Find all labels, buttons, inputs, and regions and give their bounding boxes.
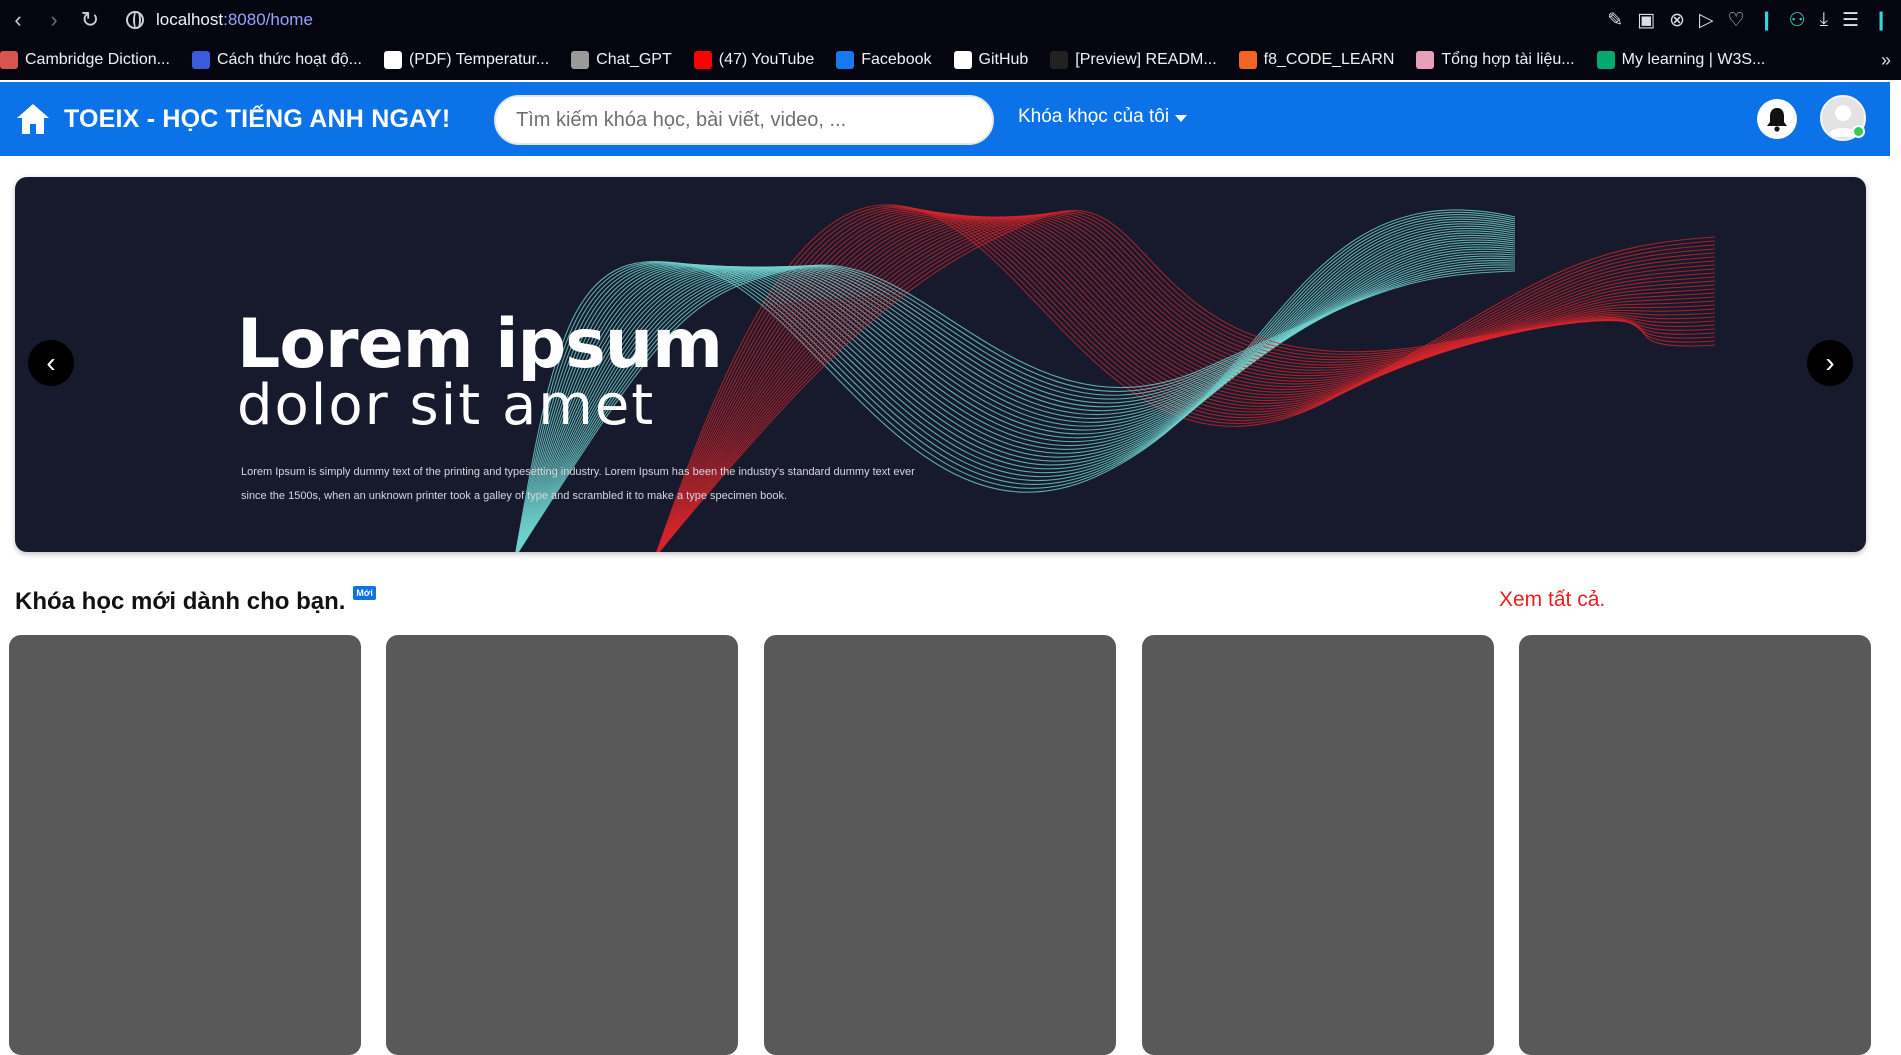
bookmark-favicon-icon (1050, 51, 1069, 69)
online-status-dot (1852, 125, 1865, 138)
brand-title[interactable]: TOEIX - HỌC TIẾNG ANH NGAY! (64, 105, 450, 134)
profile-icon[interactable]: ⚇ (1789, 9, 1806, 32)
bookmark-label: [Preview] READM... (1075, 51, 1217, 68)
sidebar-indicator: ❙ (1873, 9, 1889, 31)
bookmark-item[interactable]: Cambridge Diction... (0, 51, 170, 69)
bookmark-favicon-icon (1238, 51, 1257, 69)
carousel-prev-button[interactable]: ‹ (28, 340, 74, 386)
section-heading: Khóa học mới dành cho bạn. Mới (15, 586, 376, 616)
bookmark-item[interactable]: (PDF) Temperatur... (383, 51, 550, 69)
course-card[interactable] (386, 635, 738, 1055)
caret-down-icon (1175, 114, 1188, 122)
bookmark-favicon-icon (383, 51, 402, 69)
my-courses-label: Khóa khọc của tôi (1018, 106, 1170, 127)
bookmark-favicon-icon (693, 51, 712, 69)
camera-icon[interactable]: ▣ (1637, 9, 1655, 32)
bookmark-label: GitHub (978, 51, 1029, 68)
bookmark-item[interactable]: GitHub (953, 51, 1029, 69)
bookmark-item[interactable]: Facebook (836, 51, 932, 69)
bookmark-favicon-icon (1416, 51, 1435, 69)
notification-bell-icon[interactable] (1757, 99, 1797, 139)
home-icon[interactable] (14, 100, 52, 138)
edit-icon[interactable]: ✎ (1607, 9, 1623, 32)
course-card[interactable] (1519, 635, 1871, 1055)
banner-description: Lorem Ipsum is simply dummy text of the … (241, 466, 915, 502)
course-card[interactable] (764, 635, 1116, 1055)
course-card[interactable] (1142, 635, 1494, 1055)
bookmark-label: (PDF) Temperatur... (408, 51, 550, 68)
section-title: Khóa học mới dành cho bạn. (15, 588, 346, 615)
site-info-icon[interactable] (126, 11, 144, 29)
bookmark-item[interactable]: (47) YouTube (693, 51, 815, 69)
extension-icons: ✎ ▣ ⊗ ▷ ♡ ❙ ⚇ ⤓ ☰ ❙ (1607, 0, 1889, 40)
app-header: TOEIX - HỌC TIẾNG ANH NGAY! Khóa khọc củ… (0, 82, 1890, 156)
my-courses-dropdown[interactable]: Khóa khọc của tôi (1018, 106, 1188, 128)
download-icon[interactable]: ⤓ (1820, 9, 1828, 31)
banner-carousel: Lorem ipsum dolor sit amet Lorem Ipsum i… (15, 177, 1866, 552)
bookmark-label: Tổng hợp tài liệu... (1441, 51, 1575, 68)
bookmark-favicon-icon (1596, 51, 1615, 69)
bookmark-favicon-icon (836, 51, 855, 69)
browser-toolbar: ‹ › ↻ localhost:8080/home ✎ ▣ ⊗ ▷ ♡ ❙ ⚇ … (0, 0, 1901, 40)
bookmark-favicon-icon (191, 51, 210, 69)
bookmark-label: (47) YouTube (718, 51, 815, 68)
bookmark-item[interactable]: Cách thức hoạt độ... (191, 51, 362, 69)
back-icon[interactable]: ‹ (0, 0, 36, 40)
reload-icon[interactable]: ↻ (72, 0, 108, 40)
bookmark-item[interactable]: Tổng hợp tài liệu... (1416, 51, 1575, 69)
new-badge: Mới (353, 586, 376, 600)
bookmark-label: My learning | W3S... (1621, 51, 1766, 68)
menu-icon[interactable]: ☰ (1842, 9, 1859, 32)
bookmark-label: Cách thức hoạt độ... (216, 51, 362, 68)
course-list (9, 635, 1873, 1055)
bookmark-label: Facebook (861, 51, 932, 68)
bookmark-label: f8_CODE_LEARN (1263, 51, 1395, 68)
url-host: localhost (156, 10, 224, 29)
bookmark-item[interactable]: My learning | W3S... (1596, 51, 1766, 69)
forward-icon[interactable]: › (36, 0, 72, 40)
bookmark-label: Chat_GPT (596, 51, 672, 68)
url-path: :8080/home (223, 10, 313, 29)
heart-icon[interactable]: ♡ (1728, 9, 1745, 32)
bookmarks-bar: Cambridge Diction... Cách thức hoạt độ...… (0, 40, 1901, 80)
bookmark-item[interactable]: Chat_GPT (571, 51, 672, 69)
see-all-link[interactable]: Xem tất cả. (1499, 588, 1605, 612)
bookmark-favicon-icon (953, 51, 972, 69)
course-card[interactable] (9, 635, 361, 1055)
send-icon[interactable]: ▷ (1699, 9, 1714, 32)
carousel-next-button[interactable]: › (1807, 340, 1853, 386)
bookmark-favicon-icon (571, 51, 590, 69)
bookmark-item[interactable]: f8_CODE_LEARN (1238, 51, 1395, 69)
divider: ❙ (1758, 9, 1775, 31)
search-input[interactable] (494, 95, 994, 145)
address-bar[interactable]: localhost:8080/home (126, 10, 313, 30)
bookmark-item[interactable]: [Preview] READM... (1050, 51, 1217, 69)
bookmarks-overflow-icon[interactable]: » (1881, 40, 1891, 80)
bookmark-label: Cambridge Diction... (25, 51, 170, 68)
bookmark-favicon-icon (0, 51, 18, 69)
banner-subtitle: dolor sit amet (237, 373, 656, 438)
shield-icon[interactable]: ⊗ (1669, 9, 1685, 32)
